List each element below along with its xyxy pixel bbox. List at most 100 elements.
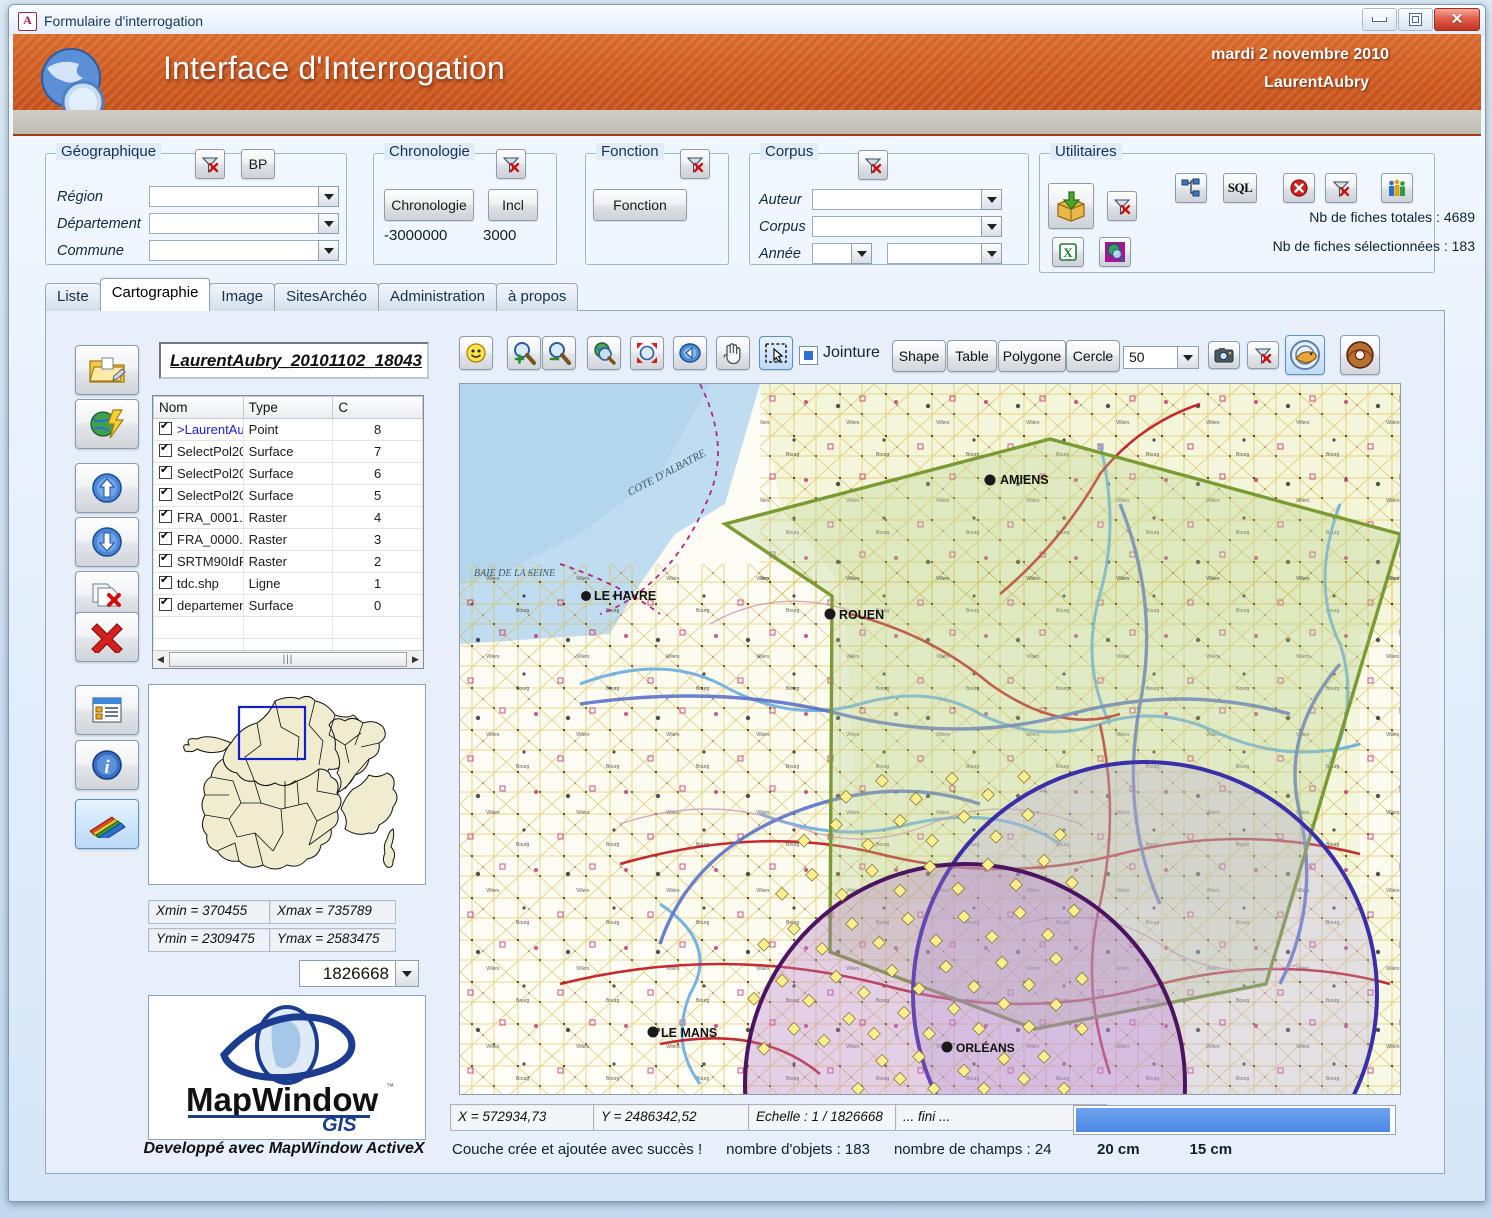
tab-liste[interactable]: Liste xyxy=(45,283,101,311)
chevron-down-icon[interactable] xyxy=(981,189,1002,210)
layer-row-name[interactable]: tdc.shp xyxy=(153,572,244,595)
corpus-clear-button[interactable] xyxy=(858,150,888,180)
clear-selection-button[interactable] xyxy=(1247,341,1279,369)
donut-buffer-button[interactable] xyxy=(1340,335,1380,375)
ring-buffer-button[interactable] xyxy=(1285,335,1325,375)
layer-visibility-checkbox[interactable] xyxy=(159,442,172,457)
zoom-out-button[interactable] xyxy=(542,336,576,370)
move-layer-up-button[interactable] xyxy=(75,463,139,513)
chevron-down-icon[interactable] xyxy=(981,243,1002,264)
chevron-down-icon[interactable] xyxy=(851,243,872,264)
add-layer-button[interactable] xyxy=(75,399,139,449)
chevron-down-icon[interactable] xyxy=(1177,346,1199,369)
open-project-button[interactable] xyxy=(75,345,139,395)
auteur-input[interactable] xyxy=(812,189,981,210)
move-layer-down-button[interactable] xyxy=(75,517,139,567)
layer-row-name[interactable]: SelectPol20101102_... xyxy=(153,440,244,463)
chronologie-clear-button[interactable] xyxy=(496,149,526,179)
current-layer-name-box[interactable]: LaurentAubry_20101102_18043 xyxy=(159,342,429,379)
layer-row-name[interactable]: departement.shp xyxy=(153,594,244,617)
tab-cartographie[interactable]: Cartographie xyxy=(99,278,211,311)
cercle-button[interactable]: Cercle xyxy=(1066,340,1120,372)
table-row[interactable]: FRA_0000.TIFRaster3 xyxy=(153,528,423,551)
scroll-thumb[interactable]: ||| xyxy=(169,652,407,667)
scale-combo[interactable]: 1826668 xyxy=(299,960,419,987)
annee-operator-input[interactable] xyxy=(812,243,851,264)
table-row[interactable] xyxy=(153,616,423,639)
geographique-clear-button[interactable] xyxy=(195,149,225,179)
relations-button[interactable] xyxy=(1175,173,1207,203)
layer-properties-button[interactable] xyxy=(75,685,139,735)
corpus-combo[interactable] xyxy=(812,216,1002,237)
column-header-nom[interactable]: Nom xyxy=(153,396,244,419)
minimize-button[interactable] xyxy=(1362,8,1397,31)
chevron-down-icon[interactable] xyxy=(981,216,1002,237)
table-button[interactable]: Table xyxy=(947,340,997,372)
table-row[interactable]: SelectPol20101102_...Surface5 xyxy=(153,484,423,507)
remove-all-layers-button[interactable] xyxy=(75,612,139,662)
table-row[interactable]: SelectPol20101102_...Surface6 xyxy=(153,462,423,485)
region-input[interactable] xyxy=(149,186,318,207)
excel-export-button[interactable]: X xyxy=(1052,237,1084,267)
commune-input[interactable] xyxy=(149,240,318,261)
chevron-down-icon[interactable] xyxy=(318,240,339,261)
corpus-input[interactable] xyxy=(812,216,981,237)
shape-button[interactable]: Shape xyxy=(892,340,946,372)
table-row[interactable]: FRA_0001.TIFRaster4 xyxy=(153,506,423,529)
table-row[interactable]: >LaurentAubry_2010...Point8 xyxy=(153,418,423,441)
tab-image[interactable]: Image xyxy=(209,283,276,311)
table-row[interactable]: departement.shpSurface0 xyxy=(153,594,423,617)
scale-value[interactable]: 1826668 xyxy=(299,960,395,987)
layer-visibility-checkbox[interactable] xyxy=(159,464,172,479)
layer-visibility-checkbox[interactable] xyxy=(159,530,172,545)
utilitaires-clear2-button[interactable] xyxy=(1325,173,1357,203)
table-row[interactable]: tdc.shp Ligne1 xyxy=(153,572,423,595)
table-row[interactable]: SelectPol20101102_...Surface7 xyxy=(153,440,423,463)
pan-button[interactable] xyxy=(716,336,750,370)
import-package-button[interactable] xyxy=(1048,183,1094,229)
annee-operator-combo[interactable] xyxy=(812,243,872,264)
chevron-down-icon[interactable] xyxy=(318,213,339,234)
fonction-button[interactable]: Fonction xyxy=(593,189,687,221)
tab-sitesarcheo[interactable]: SitesArchéo xyxy=(274,283,379,311)
symbology-button[interactable] xyxy=(75,799,139,849)
buffer-distance-value[interactable]: 50 xyxy=(1123,346,1177,369)
users-button[interactable] xyxy=(1381,173,1413,203)
departement-input[interactable] xyxy=(149,213,318,234)
region-combo[interactable] xyxy=(149,186,339,207)
close-button[interactable]: ✕ xyxy=(1434,8,1480,31)
tab-a-propos[interactable]: à propos xyxy=(496,283,579,311)
france-overview-map[interactable] xyxy=(148,684,426,885)
column-header-c[interactable]: C xyxy=(332,396,423,419)
fonction-clear-button[interactable] xyxy=(680,149,710,179)
annee-value-combo[interactable] xyxy=(887,243,1002,264)
layer-visibility-checkbox[interactable] xyxy=(159,552,172,567)
annee-value-input[interactable] xyxy=(887,243,981,264)
select-rectangle-button[interactable] xyxy=(759,336,793,370)
jointure-checkbox[interactable] xyxy=(799,346,818,365)
layer-row-name[interactable]: FRA_0000.TIF xyxy=(153,528,244,551)
chevron-down-icon[interactable] xyxy=(318,186,339,207)
departement-combo[interactable] xyxy=(149,213,339,234)
bp-button[interactable]: BP xyxy=(241,149,275,179)
layer-visibility-checkbox[interactable] xyxy=(159,420,172,435)
layer-row-name[interactable]: SelectPol20101102_... xyxy=(153,462,244,485)
column-header-type[interactable]: Type xyxy=(242,396,334,419)
layer-row-name[interactable]: >LaurentAubry_2010... xyxy=(153,418,244,441)
layer-row-name[interactable]: FRA_0001.TIF xyxy=(153,506,244,529)
layer-info-button[interactable]: i xyxy=(75,740,139,790)
layers-table[interactable]: Nom Type C >LaurentAubry_2010...Point8Se… xyxy=(152,395,424,669)
tab-administration[interactable]: Administration xyxy=(377,283,498,311)
utilitaires-clear-button[interactable] xyxy=(1107,191,1137,221)
chronologie-button[interactable]: Chronologie xyxy=(384,189,474,221)
delete-record-button[interactable] xyxy=(1283,173,1315,203)
maximize-button[interactable] xyxy=(1398,8,1433,31)
globe-search-button[interactable] xyxy=(1099,237,1131,267)
sql-button[interactable]: SQL xyxy=(1223,173,1257,203)
identify-smiley-button[interactable] xyxy=(459,336,493,370)
buffer-distance-combo[interactable]: 50 xyxy=(1123,346,1199,369)
commune-combo[interactable] xyxy=(149,240,339,261)
layer-visibility-checkbox[interactable] xyxy=(159,596,172,611)
table-row[interactable]: SRTM90IdF50.ascRaster2 xyxy=(153,550,423,573)
layers-table-hscrollbar[interactable]: ◀ ||| ▶ xyxy=(153,650,423,668)
